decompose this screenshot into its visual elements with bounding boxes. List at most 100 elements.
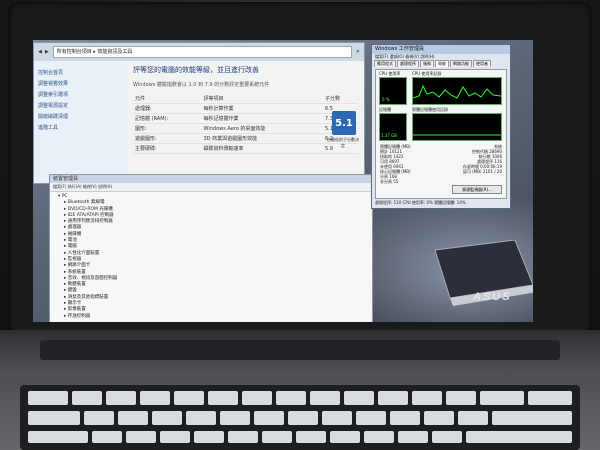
task-manager-title[interactable]: Windows 工作管理員 [372,45,510,54]
keycap [118,411,148,425]
keycap [390,411,420,425]
nav-link-index[interactable]: 調整索引選項 [38,91,123,98]
table-row: 處理器: 每秒計算作業 6.5 [133,103,358,114]
keycap [458,411,488,425]
header-rated: 評等項目 [201,94,323,104]
base-score-caption: 由最低的子分數決定 [327,137,359,148]
table-row: 記憶體 (RAM): 每秒記憶體作業 7.3 [133,113,358,124]
keycap [160,431,190,443]
keycap [276,391,306,405]
asus-logo: ASUS [473,291,512,303]
row-rated: 3D 商業與遊戲圖形效能 [201,133,323,144]
table-header: 元件 評等項目 子分數 [133,94,358,104]
keycap [28,391,68,405]
header-component: 元件 [133,94,202,104]
tab-processes[interactable]: 處理程序 [397,60,419,67]
tree-item[interactable]: ▸ 存放控制器 [58,314,364,320]
keycap [344,391,374,405]
keycap [356,411,386,425]
keycap [322,411,352,425]
keycap [412,391,442,405]
nav-link-cleanup[interactable]: 開啟磁碟清理 [38,113,123,120]
keycap [28,431,88,443]
forward-icon[interactable]: ▶ [45,49,49,55]
keycap [424,411,454,425]
row-component: 處理器: [133,103,202,114]
device-tree: ▾ PC ▸ Bluetooth 無線電 ▸ DVD/CD-ROM 光碟機 ▸ … [50,192,372,322]
keycap [194,431,224,443]
keycap [432,431,462,443]
device-manager-window[interactable]: 裝置管理員 檔案(F) 執行(A) 檢視(V) 說明(H) ▾ PC ▸ Blu… [49,174,373,322]
page-title: 評等您的電腦的效能等級，並且進行改善 [133,66,259,74]
row-rated: Windows Aero 的桌面效能 [201,123,323,134]
keycap [242,391,272,405]
tab-users[interactable]: 使用者 [473,60,491,67]
device-manager-title[interactable]: 裝置管理員 [50,175,372,183]
base-score-badge: 5.1 [332,111,356,135]
memory-history-graph [412,113,502,141]
memory-meter: 1.37 GB [379,113,407,141]
control-panel-window[interactable]: ◀ ▶ 所有控制台項目 ▸ 效能資訊及工具 ✕ 控制台首頁 調整視覺效果 調整索… [33,42,365,184]
cpu-usage-value: 0 % [382,97,390,102]
row-rated: 磁碟資料傳輸速率 [201,143,323,154]
tab-services[interactable]: 服務 [420,60,434,67]
keycap [28,411,80,425]
close-icon[interactable]: ✕ [356,49,360,55]
table-row: 遊戲圖形: 3D 商業與遊戲圖形效能 6.2 [133,133,358,144]
table-row: 主要硬碟: 磁碟資料傳輸速率 5.9 [133,143,358,154]
resource-monitor-button[interactable]: 資源監視器(R)... [452,185,502,194]
keycap [126,431,156,443]
keycap [174,391,204,405]
control-panel-main: 評等您的電腦的效能等級，並且進行改善 Windows 體驗指數會以 1.0 到 … [127,61,364,183]
nav-link-power[interactable]: 調整電源設定 [38,102,123,109]
cpu-history-graph [412,77,502,105]
keycap [480,391,524,405]
keycap [330,431,360,443]
score-table: 元件 評等項目 子分數 處理器: 每秒計算作業 6.5 記憶體 (RAM): 每… [133,94,358,154]
tab-applications[interactable]: 應用程式 [374,60,396,67]
keycap [378,391,408,405]
laptop-screen: ASUS ◀ ▶ 所有控制台項目 ▸ 效能資訊及工具 ✕ 控制台首頁 調整視覺效… [33,40,533,322]
keycap [220,411,250,425]
keycap [262,431,292,443]
keycap [466,431,572,443]
keycap [398,431,428,443]
keycap [92,431,122,443]
header-subscore: 子分數 [322,94,358,104]
nav-link-visual[interactable]: 調整視覺效果 [38,80,123,87]
performance-panel: CPU 使用率 CPU 使用率記錄 0 % 記憶體 實體記憶體使用記錄 1.37… [375,69,507,199]
laptop-hinge [40,340,560,360]
keycap [254,411,284,425]
stat-left: 非分頁 55 [380,179,399,184]
row-component: 遊戲圖形: [133,133,202,144]
keycap [140,391,170,405]
task-manager-window[interactable]: Windows 工作管理員 檔案(F) 選項(O) 檢視(V) 說明(H) 應用… [371,44,511,209]
keyboard [20,385,580,450]
device-manager-menu[interactable]: 檔案(F) 執行(A) 檢視(V) 說明(H) [50,183,372,192]
tab-performance[interactable]: 效能 [435,60,449,67]
keycap [296,431,326,443]
stat-right: 認可 (MB) 2101 / 20 [462,169,502,174]
row-component: 主要硬碟: [133,143,202,154]
table-row: 圖形: Windows Aero 的桌面效能 5.1 [133,123,358,134]
tab-networking[interactable]: 網路功能 [450,60,472,67]
keycap [288,411,318,425]
task-manager-tabs: 應用程式 處理程序 服務 效能 網路功能 使用者 [372,60,510,67]
keycap [72,391,102,405]
nav-link-advanced[interactable]: 進階工具 [38,124,123,131]
nav-link-home[interactable]: 控制台首頁 [38,69,123,76]
control-panel-titlebar[interactable]: ◀ ▶ 所有控制台項目 ▸ 效能資訊及工具 ✕ [34,43,364,61]
back-icon[interactable]: ◀ [38,49,42,55]
row-component: 圖形: [133,123,202,134]
keycap [152,411,182,425]
keycap [186,411,216,425]
memory-stats: 實體記憶體 (MB) 系統 總計 10121 控制代碼 28690 快取的 1422… [380,144,502,184]
keycap [364,431,394,443]
keycap [228,431,258,443]
address-bar[interactable]: 所有控制台項目 ▸ 效能資訊及工具 [52,46,352,58]
keycap [310,391,340,405]
page-subtitle: Windows 體驗指數會以 1.0 到 7.9 的分數評定重要系統元件 [133,82,270,88]
control-panel-nav: 控制台首頁 調整視覺效果 調整索引選項 調整電源設定 開啟磁碟清理 進階工具 [34,61,127,183]
keycap [446,391,476,405]
keycap [208,391,238,405]
